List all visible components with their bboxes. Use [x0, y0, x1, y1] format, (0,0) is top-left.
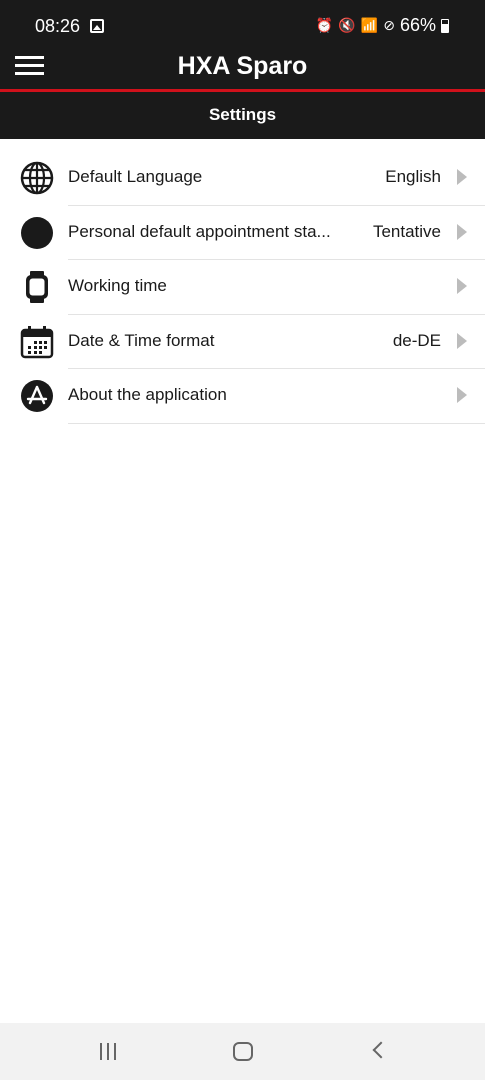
app-store-icon	[21, 380, 53, 412]
alarm-icon: ⏰	[315, 17, 334, 33]
home-icon[interactable]	[233, 1042, 253, 1061]
setting-value: Tentative	[372, 221, 441, 241]
settings-list: Default Language English Personal defaul…	[0, 151, 485, 424]
setting-value: English	[385, 167, 441, 186]
setting-label: About the application	[68, 385, 227, 404]
setting-label: Personal default appointment sta...	[68, 221, 331, 241]
setting-appointment-status[interactable]: Personal default appointment sta... Tent…	[0, 206, 485, 260]
recents-icon[interactable]	[98, 1043, 118, 1061]
app-header: HXA Sparo	[0, 52, 485, 89]
status-bar: 08:26 ⏰ 🔇 📶 ⊘ 66%	[0, 0, 485, 52]
battery-percent: 66%	[399, 15, 436, 35]
calendar-icon	[20, 325, 54, 358]
watch-icon	[26, 271, 48, 303]
divider	[68, 422, 485, 424]
back-icon[interactable]	[372, 1041, 390, 1059]
setting-default-language[interactable]: Default Language English	[0, 151, 485, 206]
setting-label: Date & Time format	[68, 330, 215, 350]
setting-label: Default Language	[68, 167, 203, 186]
gallery-icon	[90, 19, 104, 33]
chevron-right-icon	[457, 169, 467, 185]
wifi-icon: 📶	[360, 17, 379, 33]
setting-label: Working time	[68, 276, 167, 295]
status-time: 08:26	[35, 16, 81, 36]
system-nav-bar	[0, 1023, 485, 1080]
screen: 08:26 ⏰ 🔇 📶 ⊘ 66% HXA Sparo Settings Def…	[0, 0, 485, 1080]
setting-date-time-format[interactable]: Date & Time format de-DE	[0, 315, 485, 369]
chevron-right-icon	[457, 332, 467, 349]
dnd-icon: ⊘	[383, 17, 395, 33]
page-title: Settings	[208, 105, 277, 124]
battery-icon	[441, 18, 449, 33]
chevron-right-icon	[457, 278, 467, 294]
page-header: Settings	[0, 92, 485, 139]
setting-about-application[interactable]: About the application	[0, 369, 485, 424]
status-icons: ⏰ 🔇 📶 ⊘ 66%	[316, 15, 449, 36]
chevron-right-icon	[457, 223, 467, 240]
chevron-right-icon	[457, 387, 467, 403]
setting-value: de-DE	[392, 330, 441, 350]
globe-icon	[20, 161, 54, 195]
circle-icon	[21, 216, 53, 249]
setting-working-time[interactable]: Working time	[0, 260, 485, 315]
mute-icon: 🔇	[338, 17, 356, 33]
app-title: HXA Sparo	[177, 52, 308, 80]
